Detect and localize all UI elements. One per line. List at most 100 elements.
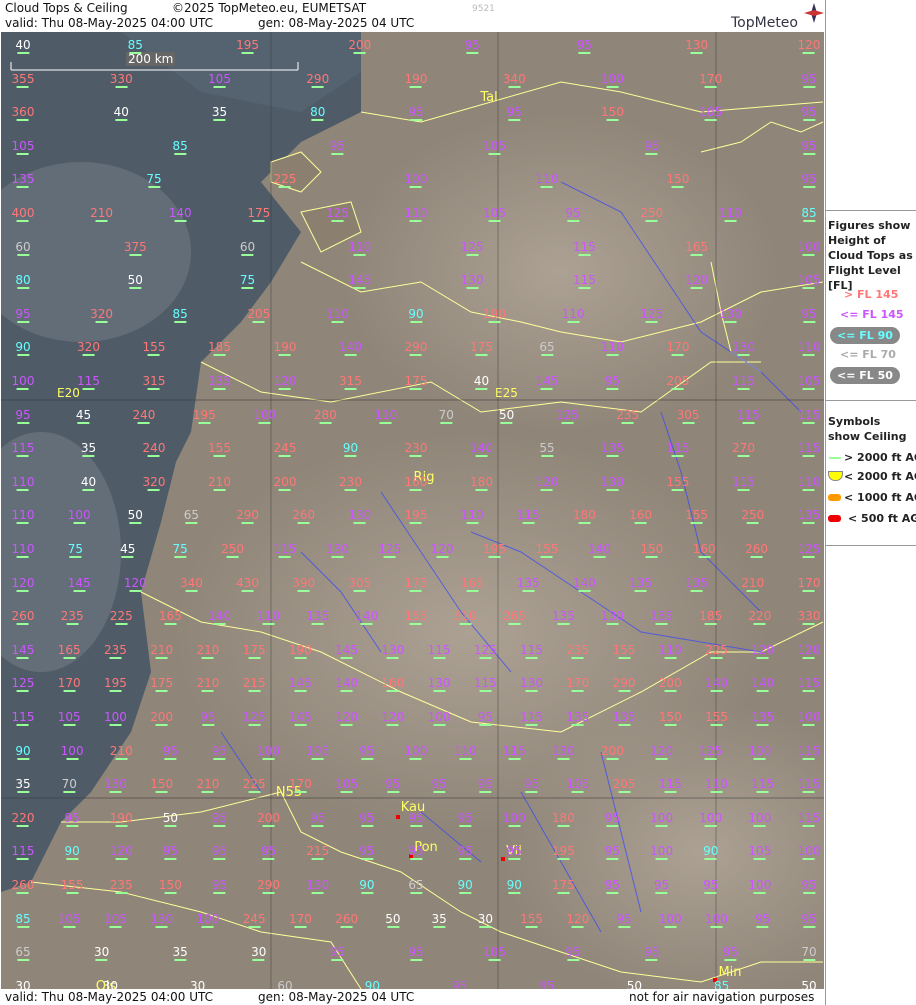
cloud-top-value: 155 — [685, 508, 709, 525]
cloud-top-value: 125 — [699, 743, 723, 760]
ceiling-high-icon — [645, 556, 658, 558]
ceiling-high-icon — [17, 925, 29, 928]
cloud-top-value: 260 — [335, 911, 359, 928]
cloud-top-value: 115 — [797, 743, 821, 760]
cloud-top-value: 95 — [506, 844, 522, 861]
cloud-top-value: 140 — [705, 676, 728, 693]
ceiling-high-icon — [294, 925, 307, 928]
ceiling-high-icon — [710, 656, 723, 659]
cloud-top-value: 130 — [685, 38, 709, 54]
cloud-top-value: 75 — [67, 542, 84, 558]
cloud-top-value: 100 — [196, 911, 220, 928]
ceiling-high-icon — [410, 119, 422, 122]
cloud-top-value: 120 — [273, 374, 297, 390]
ceiling-high-icon — [279, 388, 291, 390]
ceiling-2000-icon — [828, 471, 843, 481]
cloud-top-value: 95 — [408, 945, 424, 962]
ceiling-high-icon — [115, 757, 128, 760]
cloud-top-value: 110 — [11, 474, 35, 491]
ceiling-high-icon — [17, 253, 29, 256]
cloud-top-value: 105 — [566, 777, 590, 794]
cloud-top-value: 235 — [109, 878, 133, 894]
cloud-top-value: 100 — [60, 743, 84, 760]
ceiling-high-icon — [121, 556, 134, 558]
city-marker-icon — [396, 815, 400, 819]
ceiling-high-icon — [410, 388, 422, 390]
ceiling-high-icon — [262, 623, 275, 626]
ceiling-high-icon — [621, 421, 634, 424]
cloud-top-value: 375 — [123, 239, 147, 256]
ceiling-high-icon — [525, 690, 538, 693]
header-bar: Cloud Tops & Ceiling ©2025 TopMeteo.eu, … — [0, 0, 825, 32]
ceiling-high-icon — [606, 119, 619, 122]
ceiling-high-icon — [410, 824, 422, 827]
cloud-top-value: 95 — [477, 710, 493, 726]
ceiling-high-icon — [508, 623, 521, 626]
cloud-top-value: 105 — [699, 105, 723, 122]
ceiling-high-icon — [803, 320, 815, 323]
cloud-top-value: 195 — [483, 542, 507, 558]
cloud-top-value: 330 — [797, 609, 821, 626]
cloud-top-value: 105 — [57, 710, 81, 726]
cloud-top-value: 210 — [109, 743, 133, 760]
ceiling-high-icon — [664, 925, 677, 928]
cloud-top-value: 75 — [146, 172, 162, 189]
satellite-map[interactable]: 200 km E20 E25 Tal Rig Kau Pon Vil Min O… — [1, 32, 824, 989]
ceiling-high-icon — [655, 858, 668, 861]
cloud-top-value: 170 — [288, 911, 312, 928]
cloud-top-value: 70 — [801, 945, 817, 962]
ceiling-high-icon — [248, 724, 261, 726]
ceiling-high-icon — [508, 824, 521, 827]
ceiling-high-icon — [331, 220, 344, 222]
cloud-top-value: 190 — [483, 306, 507, 323]
ceiling-high-icon — [17, 220, 29, 222]
ceiling-high-icon — [488, 220, 501, 222]
ceiling-high-icon — [63, 656, 76, 659]
cloud-top-value: 95 — [565, 206, 581, 222]
ceiling-high-icon — [578, 287, 591, 290]
cloud-top-value: 90 — [365, 979, 380, 989]
ceiling-high-icon — [541, 354, 553, 357]
cloud-top-value: 30 — [103, 979, 118, 989]
cloud-top-value: 80 — [15, 273, 31, 290]
ceiling-high-icon — [655, 623, 668, 626]
cloud-top-value: 145 — [535, 374, 559, 390]
ceiling-high-icon — [606, 824, 619, 827]
cloud-top-value: 155 — [612, 642, 636, 659]
cloud-top-value: 95 — [604, 810, 621, 827]
cloud-top-value: 110 — [535, 172, 559, 189]
ceiling-high-icon — [704, 858, 717, 861]
ceiling-high-icon — [525, 925, 538, 928]
cloud-top-value: 130 — [150, 911, 174, 928]
ceiling-high-icon — [433, 724, 446, 726]
cloud-top-value: 45 — [120, 542, 136, 558]
ceiling-high-icon — [340, 791, 353, 794]
ceiling-high-icon — [164, 623, 177, 626]
ceiling-high-icon — [379, 421, 392, 424]
ceiling-high-icon — [704, 757, 717, 760]
cloud-top-value: 115 — [797, 777, 821, 794]
ceiling-high-icon — [360, 858, 373, 861]
cloud-top-value: 115 — [666, 441, 690, 458]
cloud-top-value: 165 — [158, 609, 182, 626]
symbol-label: < 1000 ft AGL — [844, 491, 916, 504]
ceiling-high-icon — [567, 959, 580, 962]
cloud-top-value: 100 — [404, 172, 428, 189]
cloud-top-value: 390 — [292, 575, 316, 592]
symbol-label: < 500 ft AGL — [848, 512, 916, 525]
cloud-top-value: 95 — [464, 38, 480, 54]
ceiling-high-icon — [459, 892, 472, 894]
ceiling-high-icon — [17, 320, 29, 323]
cloud-top-value: 95 — [604, 374, 621, 390]
cloud-top-value: 235 — [60, 609, 84, 626]
cloud-top-value: 95 — [452, 979, 467, 989]
ceiling-high-icon — [241, 52, 254, 54]
ceiling-high-icon — [331, 556, 344, 558]
cloud-top-value: 105 — [797, 374, 821, 390]
ceiling-high-icon — [488, 556, 501, 558]
cloud-top-value: 50 — [127, 273, 143, 290]
ceiling-high-icon — [664, 690, 677, 693]
cloud-top-value: 65 — [183, 508, 200, 525]
cloud-top-value: 175 — [247, 206, 271, 222]
cloud-top-value: 130 — [348, 508, 372, 525]
